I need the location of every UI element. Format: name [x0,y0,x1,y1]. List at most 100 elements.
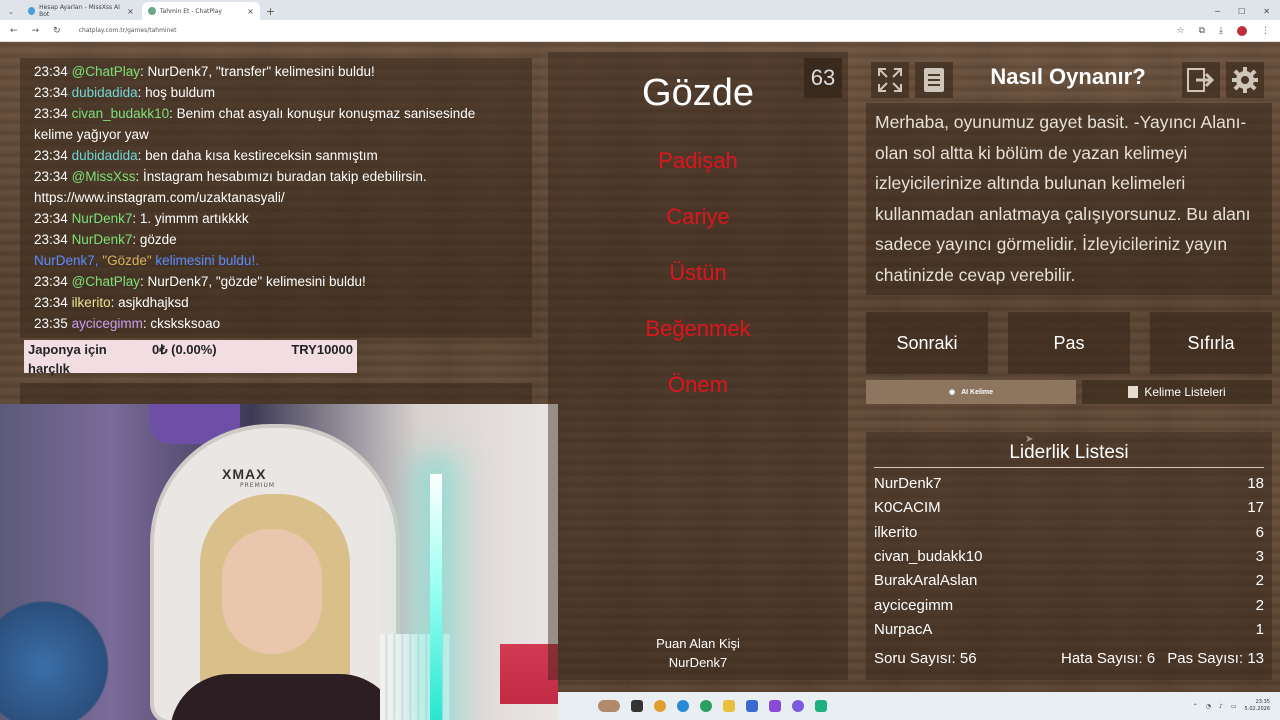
exit-icon [1187,68,1215,92]
forward-icon[interactable]: → [32,26,40,36]
tab-ai-label: AI Kelime [961,388,993,396]
tab-list-icon[interactable]: ⌄ [8,8,14,16]
chat-line: 23:34 NurDenk7: 1. yimmm artıkkkk [34,208,518,229]
menu-icon[interactable]: ⋮ [1261,26,1270,36]
pass-button[interactable]: Pas [1008,312,1130,374]
chat-system-line: NurDenk7, "Gözde" kelimesini buldu!. [34,250,518,271]
browser-tab-account[interactable]: Hesap Ayarları - MissXss AI Bot × [22,2,140,20]
chat-message: : asjkdhajksd [110,295,189,310]
fullscreen-button[interactable] [871,62,909,98]
new-tab-button[interactable]: + [266,5,275,18]
close-window-icon[interactable]: ✕ [1263,7,1270,16]
maximize-icon[interactable]: ☐ [1238,7,1245,16]
start-icon[interactable] [631,700,643,712]
chat-line: 23:34 @ChatPlay: NurDenk7, "gözde" kelim… [34,271,518,292]
error-count: Hata Sayısı: 6 [1061,650,1156,667]
app-icon[interactable] [746,700,758,712]
webcam-led-light [430,474,442,720]
howto-title: Nasıl Oynanır? [990,64,1146,89]
app-icon[interactable] [815,700,827,712]
bookmark-star-icon[interactable]: ☆ [1177,26,1185,36]
chrome-icon[interactable] [654,700,666,712]
reload-icon[interactable]: ↻ [53,26,61,36]
chat-time: 23:34 [34,64,68,79]
minimize-icon[interactable]: ─ [1215,7,1220,16]
chat-time: 23:34 [34,106,68,121]
chat-user: aycicegimm [71,316,143,331]
download-icon[interactable]: ⤓ [1219,26,1223,36]
chat-message: : hoş buldum [137,85,215,100]
player-name: K0CACIM [874,499,941,516]
weather-icon[interactable] [598,700,620,712]
chat-line: 23:34 NurDenk7: gözde [34,229,518,250]
tab-lists-label: Kelime Listeleri [1144,385,1226,399]
donation-goal-widget: Japonya için harçlık 0₺ (0.00%) TRY10000 [24,340,357,376]
tab-word-lists[interactable]: Kelime Listeleri [1082,380,1272,404]
folder-icon[interactable] [723,700,735,712]
taboo-word: Padişah [658,148,738,173]
window-controls: ─ ☐ ✕ [1215,7,1280,16]
browser-tab-game[interactable]: Tahmin Et - ChatPlay × [141,2,260,20]
profile-avatar[interactable] [1237,25,1247,36]
leaderboard: Liderlik Listesi NurDenk7 18 K0CACIM 17 il… [866,432,1272,680]
chat-message: : cksksksoao [142,316,221,331]
chat-line: 23:34 dubidadida: hoş buldum [34,82,518,103]
player-score: 17 [1247,499,1264,516]
browser-app-icon[interactable] [700,700,712,712]
chat-panel-strip [20,383,532,405]
url-field[interactable]: chatplay.com.tr/games/tahminet [79,27,177,34]
system-clock[interactable]: 23:35 5.02.2026 [1245,699,1270,713]
scorer-info: Puan Alan Kişi NurDenk7 [548,634,848,672]
exit-button[interactable] [1182,62,1220,98]
chat-message: kelimesini buldu!. [151,253,259,268]
chat-time: 23:34 [34,211,68,226]
chat-user: dubidadida [71,148,138,163]
chat-time: 23:34 [34,148,68,163]
next-button[interactable]: Sonraki [866,312,988,374]
close-tab-icon[interactable]: × [247,7,254,16]
tray-chevron-icon[interactable]: ⌃ [1193,703,1198,710]
chat-time: 23:34 [34,295,68,310]
windows-taskbar: ⌃ ◔ ♪ ▭ 23:35 5.02.2026 [558,692,1280,720]
edge-icon[interactable] [677,700,689,712]
extensions-icon[interactable]: ⧉ [1199,26,1205,36]
leaderboard-row: BurakAralAslan 2 [874,572,1264,589]
chat-message: : ben daha kısa kestireceksin sanmıştım [137,148,378,163]
twitch-icon[interactable] [769,700,781,712]
target-word: Gözde [642,72,754,114]
chat-user: @MissXss [71,169,136,184]
reset-button[interactable]: Sıfırla [1150,312,1272,374]
leaderboard-title: Liderlik Listesi [1009,442,1129,463]
donation-amount: 0₺ (0.00%) [152,342,217,357]
chat-user: @ChatPlay [71,64,141,79]
volume-icon[interactable]: ♪ [1219,703,1223,710]
settings-button[interactable] [1226,62,1264,98]
back-icon[interactable]: ← [10,26,18,36]
chair-brand-logo: XMAX [222,466,267,482]
chat-message: : NurDenk7, "transfer" kelimesini buldu! [140,64,375,79]
chat-time: 23:35 [34,316,68,331]
leaderboard-row: K0CACIM 17 [874,499,1264,516]
fullscreen-icon [878,68,902,92]
tab-label: Tahmin Et - ChatPlay [159,7,222,15]
tab-label: Hesap Ayarları - MissXss AI Bot [39,4,120,18]
chat-line: 23:34 @MissXss: İnstagram hesabımızı bur… [34,166,518,208]
player-name: civan_budakk10 [874,548,983,565]
discord-icon[interactable] [792,700,804,712]
chat-panel: 23:34 @ChatPlay: NurDenk7, "transfer" ke… [20,58,532,338]
tab-ai-word[interactable]: ◉ AI Kelime [866,380,1076,404]
howto-text: Merhaba, oyunumuz gayet basit. -Yayıncı … [866,103,1272,295]
battery-icon[interactable]: ▭ [1231,703,1237,710]
player-score: 2 [1255,572,1264,589]
chat-user: ilkerito [71,295,111,310]
scorer-label: Puan Alan Kişi [656,636,740,651]
chat-time: 23:34 [34,169,68,184]
player-score: 6 [1255,524,1264,541]
chat-line: 23:34 dubidadida: ben daha kısa kestirec… [34,145,518,166]
network-icon[interactable]: ◔ [1206,703,1211,710]
player-score: 18 [1247,475,1264,492]
webcam-overlay: XMAX PREMIUM [0,404,558,720]
taskbar-apps [598,700,827,712]
chat-user: civan_budakk10 [71,106,170,121]
close-tab-icon[interactable]: × [127,7,134,16]
